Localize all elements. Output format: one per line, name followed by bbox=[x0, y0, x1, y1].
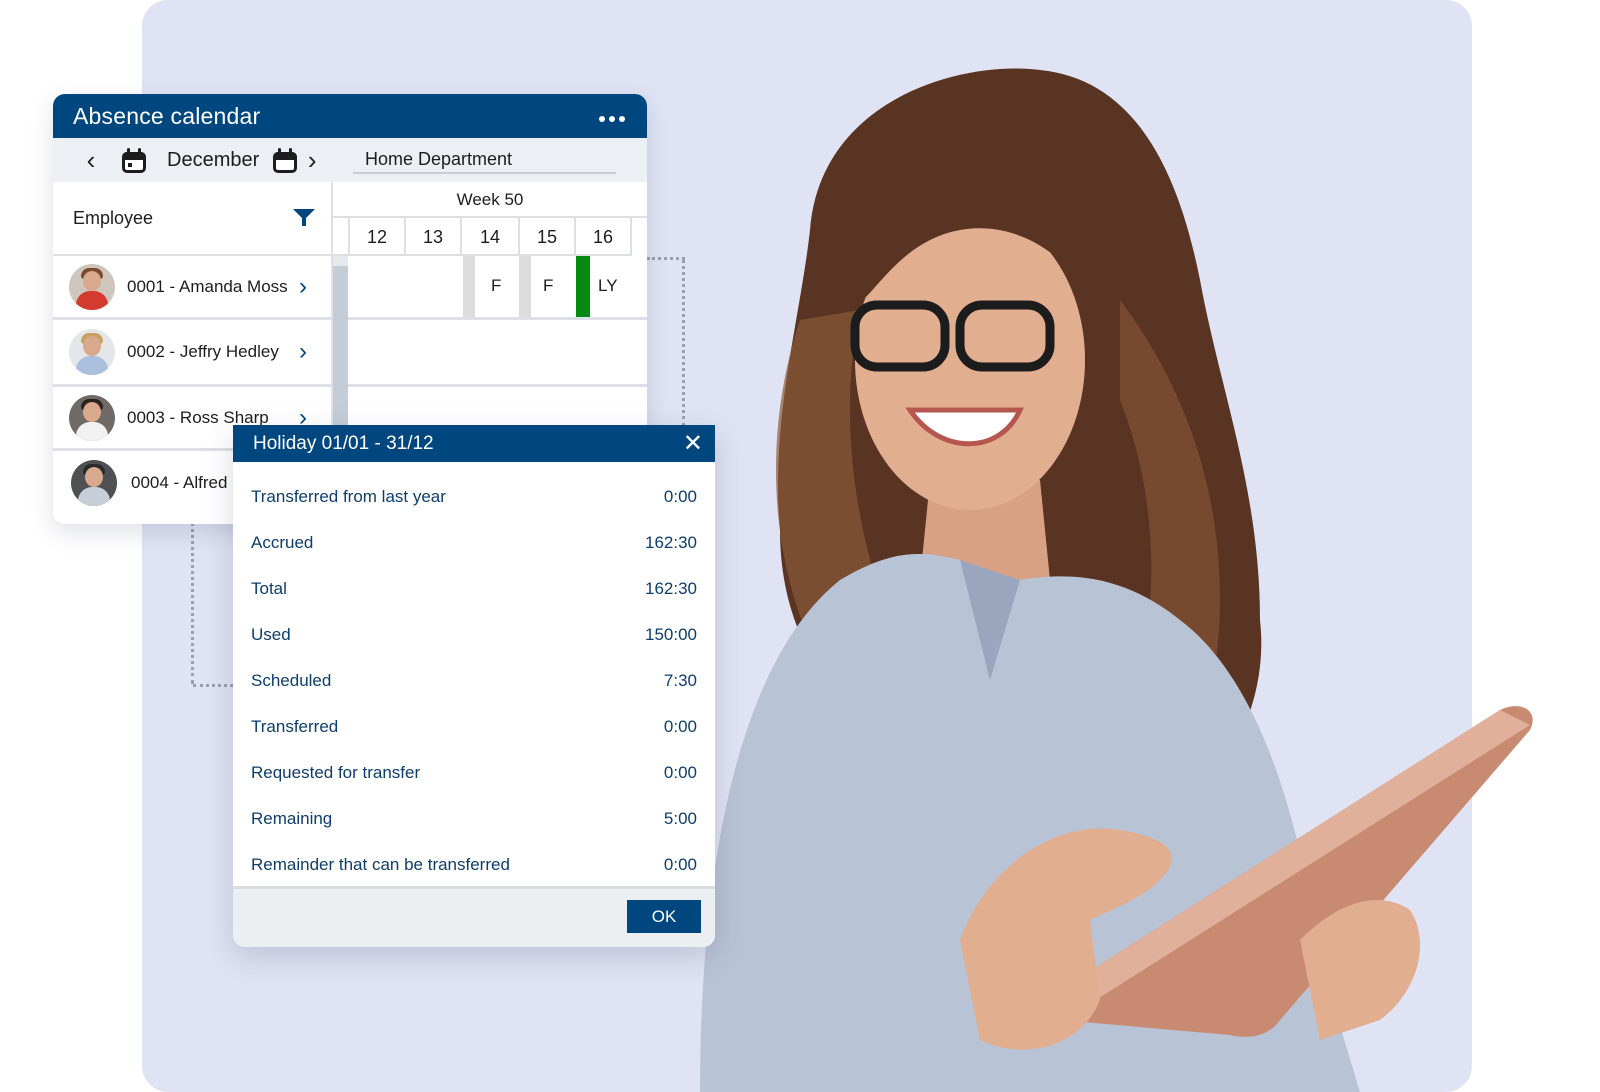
balance-row: Remainder that can be transferred 0:00 bbox=[233, 842, 715, 888]
balance-row: Remaining 5:00 bbox=[233, 796, 715, 842]
balance-row: Scheduled 7:30 bbox=[233, 658, 715, 704]
connector-dots bbox=[647, 257, 685, 260]
chevron-right-icon[interactable]: › bbox=[298, 147, 326, 173]
more-options-button[interactable] bbox=[599, 116, 625, 122]
avatar bbox=[69, 394, 115, 441]
avatar bbox=[71, 460, 117, 506]
weekend-marker bbox=[519, 256, 531, 317]
balance-label: Used bbox=[251, 625, 291, 644]
balance-label: Scheduled bbox=[251, 671, 332, 690]
day-header[interactable]: 12 bbox=[350, 218, 406, 256]
week-label: Week 50 bbox=[333, 182, 647, 218]
more-horizontal-icon bbox=[619, 116, 625, 122]
connector-dots bbox=[191, 522, 194, 684]
calendar-toolbar: ‹ December › Home Department bbox=[53, 138, 647, 182]
close-icon[interactable]: ✕ bbox=[683, 431, 703, 456]
weekend-marker bbox=[463, 256, 475, 317]
balance-value: 7:30 bbox=[663, 671, 697, 690]
filter-icon[interactable] bbox=[293, 209, 315, 227]
chevron-right-icon[interactable]: › bbox=[299, 274, 307, 299]
woman-with-tablet-photo bbox=[700, 68, 1533, 1092]
calendar-icon[interactable] bbox=[272, 146, 298, 174]
employee-name: 0002 - Jeffry Hedley bbox=[127, 342, 279, 361]
more-horizontal-icon bbox=[599, 116, 605, 122]
calendar-title: Absence calendar bbox=[73, 102, 261, 129]
holiday-balance-list: Transferred from last year 0:00 Accrued … bbox=[233, 462, 715, 889]
chevron-right-icon[interactable]: › bbox=[299, 340, 307, 364]
employee-row[interactable]: 0001 - Amanda Moss › bbox=[53, 256, 331, 320]
ok-button[interactable]: OK bbox=[627, 900, 701, 933]
balance-value: 5:00 bbox=[663, 809, 697, 828]
connector-dots bbox=[193, 684, 233, 687]
balance-row: Used 150:00 bbox=[233, 612, 715, 658]
dialog-titlebar: Holiday 01/01 - 31/12 ✕ bbox=[233, 425, 715, 462]
balance-row: Transferred 0:00 bbox=[233, 704, 715, 750]
balance-label: Transferred from last year bbox=[251, 487, 446, 506]
balance-value: 162:30 bbox=[645, 533, 697, 552]
month-label: December bbox=[167, 148, 260, 171]
day-header-spacer bbox=[333, 218, 350, 256]
calendar-titlebar: Absence calendar bbox=[53, 94, 647, 138]
balance-value: 162:30 bbox=[645, 579, 697, 598]
balance-value: 0:00 bbox=[663, 763, 697, 782]
balance-label: Remainder that can be transferred bbox=[251, 855, 510, 874]
holiday-dialog: Holiday 01/01 - 31/12 ✕ Transferred from… bbox=[233, 425, 715, 947]
absence-cell[interactable]: F bbox=[491, 276, 501, 296]
balance-label: Total bbox=[251, 579, 287, 598]
day-header[interactable]: 13 bbox=[406, 218, 462, 256]
absence-cell[interactable]: F bbox=[543, 276, 553, 296]
employee-name: 0001 - Amanda Moss bbox=[127, 276, 288, 296]
balance-label: Accrued bbox=[251, 533, 314, 552]
calendar-row[interactable] bbox=[348, 320, 647, 387]
balance-row: Transferred from last year 0:00 bbox=[233, 474, 715, 520]
connector-dots bbox=[682, 259, 685, 427]
balance-label: Transferred bbox=[251, 717, 339, 736]
more-horizontal-icon bbox=[609, 116, 615, 122]
balance-label: Remaining bbox=[251, 809, 333, 828]
dialog-footer: OK bbox=[233, 889, 715, 947]
balance-value: 0:00 bbox=[663, 487, 697, 506]
day-header[interactable]: 15 bbox=[520, 218, 576, 256]
employee-row[interactable]: 0002 - Jeffry Hedley › bbox=[53, 320, 331, 387]
employee-column-header: Employee bbox=[53, 182, 331, 256]
balance-row: Accrued 162:30 bbox=[233, 520, 715, 566]
dialog-title: Holiday 01/01 - 31/12 bbox=[253, 432, 434, 454]
department-select[interactable]: Home Department bbox=[353, 146, 616, 174]
balance-row: Requested for transfer 0:00 bbox=[233, 750, 715, 796]
chevron-left-icon[interactable]: ‹ bbox=[77, 147, 105, 173]
absence-cell[interactable]: LY bbox=[598, 276, 618, 296]
calendar-row[interactable]: F F LY bbox=[348, 256, 647, 320]
day-header[interactable]: 14 bbox=[462, 218, 520, 256]
balance-value: 150:00 bbox=[645, 625, 697, 644]
calendar-icon[interactable] bbox=[121, 146, 147, 174]
balance-row: Total 162:30 bbox=[233, 566, 715, 612]
employee-header-label: Employee bbox=[73, 207, 154, 228]
day-header[interactable]: 16 bbox=[576, 218, 632, 256]
balance-value: 0:00 bbox=[663, 855, 697, 874]
avatar bbox=[69, 263, 115, 310]
balance-label: Requested for transfer bbox=[251, 763, 421, 782]
approved-marker bbox=[576, 256, 590, 317]
balance-value: 0:00 bbox=[663, 717, 697, 736]
avatar bbox=[69, 329, 115, 375]
